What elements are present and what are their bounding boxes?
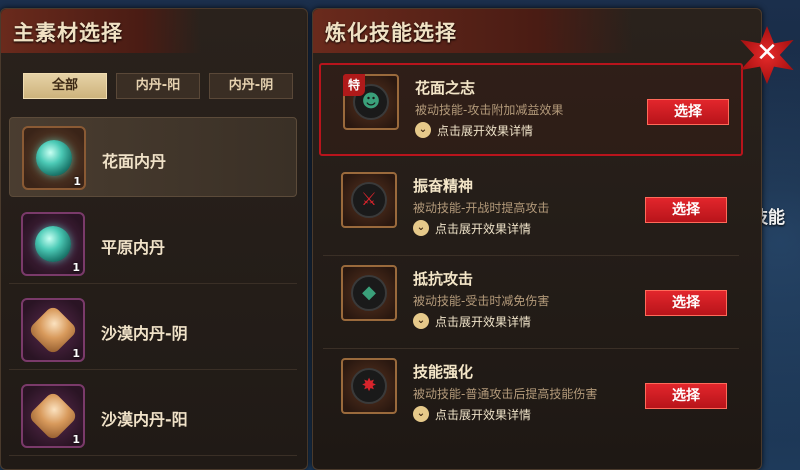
skill-desc: 被动技能-攻击附加减益效果 [415,103,564,117]
filter-tab-yang[interactable]: 内丹-阳 [116,73,200,99]
material-count: 1 [72,261,80,274]
skill-item-dikang[interactable]: ◆ 抵抗攻击 被动技能-受击时减免伤害 ⌄ 点击展开效果详情 选择 [319,256,743,349]
skill-name: 抵抗攻击 [413,270,474,288]
stone-icon [27,304,79,356]
skill-desc: 被动技能-开战时提高攻击 [413,201,550,215]
material-name: 沙漠内丹-阴 [101,324,188,343]
material-list: 1 花面内丹 1 平原内丹 1 沙漠内丹-阴 1 沙漠内丹-阳 [9,117,297,457]
skill-name: 花面之志 [415,79,476,97]
material-count: 1 [72,433,80,446]
material-count: 1 [72,347,80,360]
expand-label: 点击展开效果详情 [435,315,532,329]
chevron-down-icon: ⌄ [413,313,429,329]
skill-name: 技能强化 [413,363,474,381]
orb-icon [36,140,72,176]
skill-item-huamian[interactable]: ☻ 特 花面之志 被动技能-攻击附加减益效果 ⌄ 点击展开效果详情 选择 [319,63,743,156]
skill-panel: 炼化技能选择 ☻ 特 花面之志 被动技能-攻击附加减益效果 ⌄ 点击展开效果详情… [312,8,762,470]
select-button[interactable]: 选择 [645,290,727,316]
orb-icon [35,226,71,262]
teal-orb-icon: 1 [21,212,85,276]
material-item-pingyuan[interactable]: 1 平原内丹 [9,204,297,284]
sand-stone-icon: 1 [21,298,85,362]
fire-skill-icon: ✸ [341,358,397,414]
chevron-down-icon: ⌄ [413,220,429,236]
select-button[interactable]: 选择 [645,197,727,223]
teal-orb-icon: 1 [22,126,86,190]
material-name: 沙漠内丹-阳 [101,410,188,429]
chevron-down-icon: ⌄ [413,406,429,422]
skill-list: ☻ 特 花面之志 被动技能-攻击附加减益效果 ⌄ 点击展开效果详情 选择 ⚔ 振… [319,63,743,463]
select-button[interactable]: 选择 [647,99,729,125]
select-button[interactable]: 选择 [645,383,727,409]
expand-label: 点击展开效果详情 [437,124,534,138]
skill-name: 振奋精神 [413,177,474,195]
sword-skill-icon: ⚔ [341,172,397,228]
sword-icon: ⚔ [351,182,387,218]
special-tag: 特 [343,74,365,96]
material-item-shamo-yang[interactable]: 1 沙漠内丹-阳 [9,376,297,456]
shield-skill-icon: ◆ [341,265,397,321]
sand-stone-icon: 1 [21,384,85,448]
skill-desc: 被动技能-普通攻击后提高技能伤害 [413,387,598,401]
filter-tab-all[interactable]: 全部 [23,73,107,99]
fire-icon: ✸ [351,368,387,404]
material-panel: 主素材选择 全部 内丹-阳 内丹-阴 1 花面内丹 1 平原内丹 1 沙漠内丹-… [0,8,308,470]
mask-skill-icon: ☻ 特 [343,74,399,130]
skill-item-jineng[interactable]: ✸ 技能强化 被动技能-普通攻击后提高技能伤害 ⌄ 点击展开效果详情 选择 [319,349,743,442]
filter-tab-yin[interactable]: 内丹-阴 [209,73,293,99]
stone-icon [27,390,79,442]
skill-desc: 被动技能-受击时减免伤害 [413,294,550,308]
expand-label: 点击展开效果详情 [435,408,532,422]
material-panel-title: 主素材选择 [13,21,123,45]
shield-icon: ◆ [351,275,387,311]
chevron-down-icon: ⌄ [415,122,431,138]
material-count: 1 [73,175,81,188]
skill-item-zhenfen[interactable]: ⚔ 振奋精神 被动技能-开战时提高攻击 ⌄ 点击展开效果详情 选择 [319,163,743,256]
skill-panel-title: 炼化技能选择 [325,21,457,45]
expand-label: 点击展开效果详情 [435,222,532,236]
filter-tabs: 全部 内丹-阳 内丹-阴 [23,73,293,99]
material-name: 平原内丹 [101,238,166,257]
material-item-shamo-yin[interactable]: 1 沙漠内丹-阴 [9,290,297,370]
material-name: 花面内丹 [102,152,167,171]
material-item-huamian[interactable]: 1 花面内丹 [9,117,297,197]
